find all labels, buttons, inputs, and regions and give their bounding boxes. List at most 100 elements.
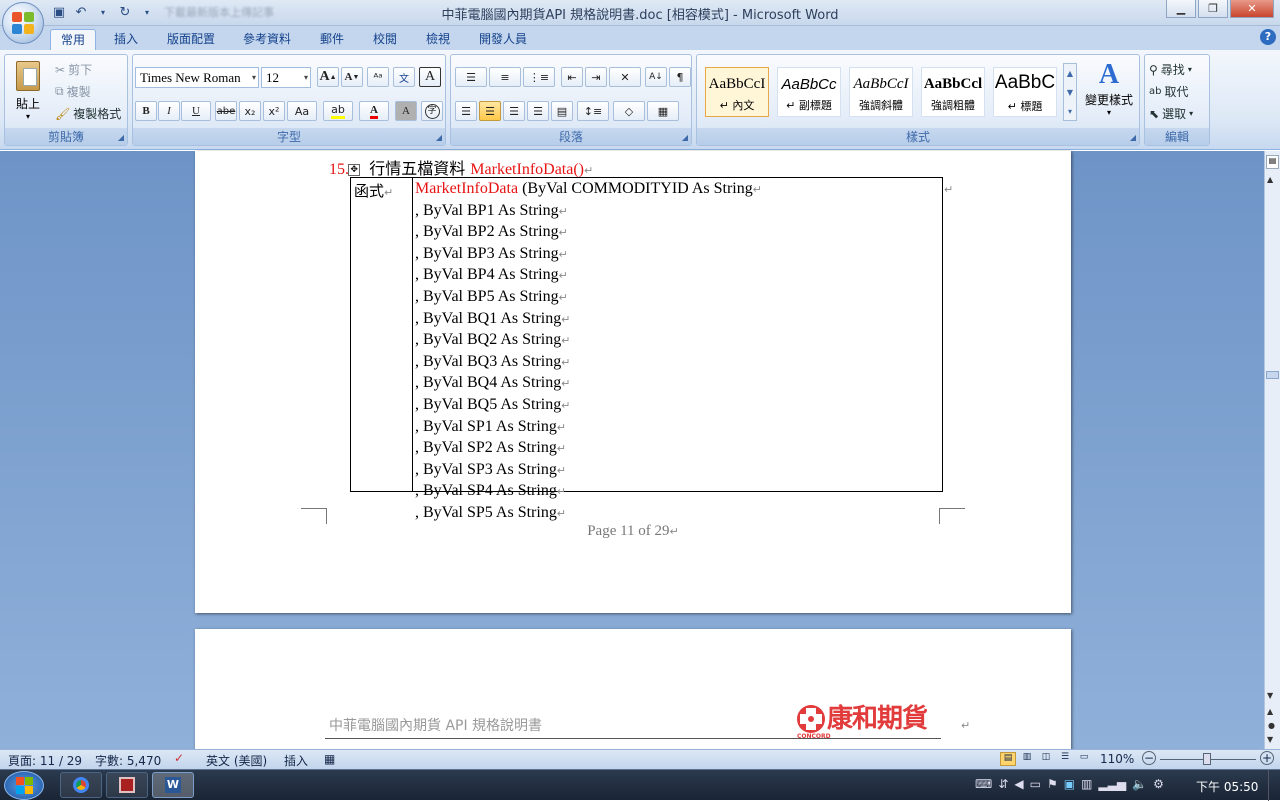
scroll-thumb[interactable] — [1266, 371, 1279, 379]
style-subtitle[interactable]: AaBbCc ↵ 副標題 — [777, 67, 841, 117]
align-center-button[interactable]: ☰ — [479, 101, 501, 121]
zoom-slider-thumb[interactable] — [1203, 753, 1211, 765]
prev-page-icon[interactable]: ▲ — [1267, 707, 1273, 716]
style-strong[interactable]: AaBbCcl 強調粗體 — [921, 67, 985, 117]
scroll-down-icon[interactable]: ▼ — [1267, 691, 1273, 700]
zoom-out-icon[interactable]: − — [1142, 751, 1156, 765]
style-normal[interactable]: AaBbCcI ↵ 內文 — [705, 67, 769, 117]
table-label-cell[interactable]: 函式↵ — [351, 178, 413, 491]
start-button[interactable] — [4, 771, 44, 800]
keyboard-icon[interactable]: ⌨ — [975, 777, 992, 791]
outline-icon[interactable]: ☰ — [1057, 752, 1073, 766]
style-emphasis[interactable]: AaBbCcI 強調斜體 — [849, 67, 913, 117]
undo-icon[interactable]: ↶ — [72, 4, 90, 20]
flag-icon[interactable]: ⚑ — [1047, 777, 1058, 791]
tab-mailings[interactable]: 郵件 — [310, 29, 354, 50]
increase-indent-button[interactable]: ⇥ — [585, 67, 607, 87]
italic-button[interactable]: I — [158, 101, 180, 121]
clear-formatting-button[interactable]: ᴬᵃ — [367, 67, 389, 87]
zoom-level[interactable]: 110% — [1100, 752, 1134, 766]
change-case-button[interactable]: Aa — [287, 101, 317, 121]
dialog-launcher-icon[interactable]: ◢ — [118, 133, 124, 142]
tray-app-icon[interactable]: ▣ — [1064, 777, 1075, 791]
taskbar-app-red[interactable] — [106, 772, 148, 798]
restore-button[interactable]: ❐ — [1198, 0, 1228, 18]
redo-icon[interactable]: ↻ — [116, 4, 134, 20]
dialog-launcher-icon[interactable]: ◢ — [682, 133, 688, 142]
character-shading-button[interactable]: A — [395, 101, 417, 121]
table-move-handle-icon[interactable]: ✥ — [348, 163, 361, 176]
style-title[interactable]: AaBbC ↵ 標題 — [993, 67, 1057, 117]
shrink-font-button[interactable]: A ▼ — [341, 67, 363, 87]
underline-button[interactable]: U — [181, 101, 211, 121]
character-border-button[interactable]: A — [419, 67, 441, 87]
table-content-cell[interactable]: MarketInfoData (ByVal COMMODITYID As Str… — [415, 179, 762, 525]
copy-button[interactable]: ⧉ 複製 — [55, 83, 91, 100]
align-left-button[interactable]: ☰ — [455, 101, 477, 121]
grow-font-button[interactable]: A ▲ — [317, 67, 339, 87]
page-status[interactable]: 頁面: 11 / 29 — [8, 752, 82, 769]
browse-object-icon[interactable]: ● — [1268, 721, 1275, 730]
tray-app2-icon[interactable]: ▥ — [1081, 777, 1092, 791]
clock[interactable]: 下午 05:50 — [1196, 778, 1258, 795]
numbering-button[interactable]: ≡ — [489, 67, 521, 87]
bold-button[interactable]: B — [135, 101, 157, 121]
phonetic-guide-button[interactable]: 文 — [393, 67, 415, 87]
network-icon[interactable]: ⚙ — [1153, 777, 1164, 791]
replace-button[interactable]: ab 取代 — [1149, 83, 1189, 100]
find-button[interactable]: ⚲ 尋找 ▾ — [1149, 61, 1192, 78]
draft-icon[interactable]: ▭ — [1076, 752, 1092, 766]
minimize-button[interactable]: ▁ — [1166, 0, 1196, 18]
tray-arrows-icon[interactable]: ⇵ — [998, 777, 1008, 791]
insert-mode[interactable]: 插入 — [284, 752, 308, 769]
full-screen-reading-icon[interactable]: ▥ — [1019, 752, 1035, 766]
show-desktop-button[interactable] — [1268, 770, 1280, 801]
next-page-icon[interactable]: ▼ — [1267, 735, 1273, 744]
format-painter-button[interactable]: 🖌 複製格式 — [55, 105, 121, 122]
signal-icon[interactable]: ▂▃▅ — [1098, 777, 1126, 791]
volume-icon[interactable]: 🔈 — [1132, 777, 1147, 791]
styles-scroll[interactable]: ▲ ▼ ▾ — [1063, 63, 1077, 121]
enclose-characters-button[interactable]: 字 — [421, 101, 443, 121]
macro-icon[interactable]: ▦ — [324, 752, 335, 766]
help-icon[interactable]: ? — [1260, 29, 1276, 45]
line-spacing-button[interactable]: ↕≡ — [577, 101, 609, 121]
web-layout-icon[interactable]: ◫ — [1038, 752, 1054, 766]
qat-customize-icon[interactable]: ▾ — [138, 4, 156, 20]
tab-references[interactable]: 參考資料 — [233, 29, 301, 50]
dialog-launcher-icon[interactable]: ◢ — [436, 133, 442, 142]
tab-view[interactable]: 檢視 — [416, 29, 460, 50]
language-status[interactable]: 英文 (美國) — [206, 752, 267, 769]
cut-button[interactable]: ✂ 剪下 — [55, 61, 92, 78]
tab-page-layout[interactable]: 版面配置 — [157, 29, 225, 50]
taskbar-app-word[interactable]: W — [152, 772, 194, 798]
justify-button[interactable]: ☰ — [527, 101, 549, 121]
save-icon[interactable]: ▣ — [50, 4, 68, 20]
tab-developer[interactable]: 開發人員 — [469, 29, 537, 50]
dropdown-icon[interactable]: ▾ — [94, 4, 112, 20]
highlight-button[interactable]: ab — [323, 101, 353, 121]
font-size-select[interactable]: 12 ▾ — [261, 67, 311, 88]
strikethrough-button[interactable]: abe — [215, 101, 237, 121]
office-button[interactable] — [2, 2, 44, 44]
show-marks-button[interactable]: ¶ — [669, 67, 691, 87]
decrease-indent-button[interactable]: ⇤ — [561, 67, 583, 87]
scroll-up-icon[interactable]: ▲ — [1267, 175, 1273, 184]
taskbar-app-chrome[interactable] — [60, 772, 102, 798]
superscript-button[interactable]: x² — [263, 101, 285, 121]
shading-button[interactable]: ◇ — [613, 101, 645, 121]
borders-button[interactable]: ▦ — [647, 101, 679, 121]
tray-expand-icon[interactable]: ◀ — [1014, 777, 1023, 791]
tab-insert[interactable]: 插入 — [104, 29, 148, 50]
paste-button[interactable]: 貼上 ▾ — [11, 59, 45, 125]
align-right-button[interactable]: ☰ — [503, 101, 525, 121]
vertical-scrollbar[interactable]: ▤ ▲ ▼ ▲ ● ▼ — [1264, 151, 1280, 749]
ruler-toggle-icon[interactable]: ▤ — [1266, 155, 1279, 169]
multilevel-list-button[interactable]: ⋮≡ — [523, 67, 555, 87]
zoom-in-icon[interactable]: + — [1260, 751, 1274, 765]
select-button[interactable]: ⬉ 選取 ▾ — [1149, 105, 1193, 122]
bullets-button[interactable]: ☰ — [455, 67, 487, 87]
distributed-button[interactable]: ▤ — [551, 101, 573, 121]
asian-layout-button[interactable]: ✕ — [609, 67, 641, 87]
font-color-button[interactable]: A — [359, 101, 389, 121]
